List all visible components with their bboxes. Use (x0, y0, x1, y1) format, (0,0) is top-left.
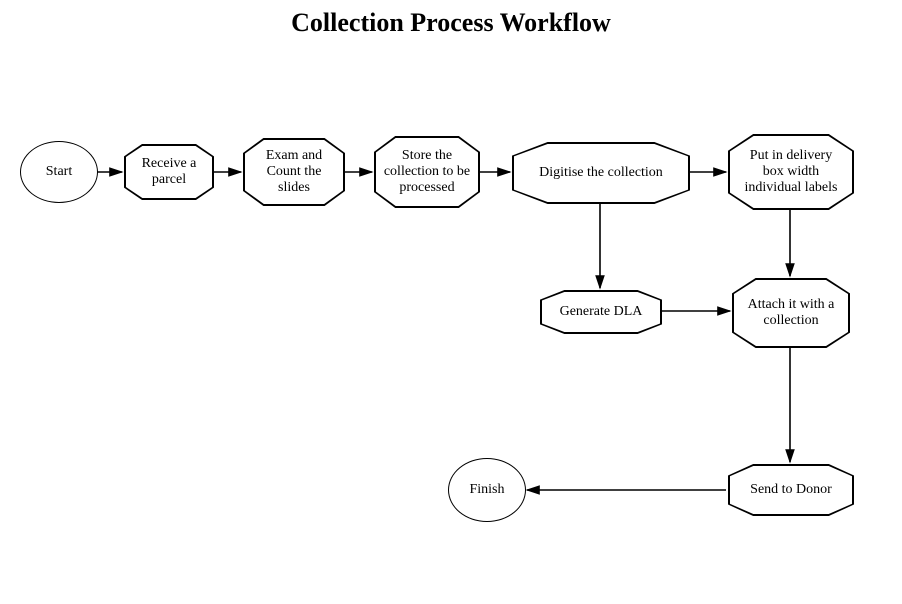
node-store-label: Store the collection to be processed (376, 138, 479, 207)
node-digitise: Digitise the collection (512, 142, 690, 204)
node-attach: Attach it with a collection (732, 278, 850, 348)
node-send: Send to Donor (728, 464, 854, 516)
node-gendla-label: Generate DLA (542, 292, 661, 333)
node-finish-label: Finish (469, 482, 504, 498)
node-attach-label: Attach it with a collection (734, 280, 849, 347)
node-finish: Finish (448, 458, 526, 522)
page-title: Collection Process Workflow (0, 8, 902, 38)
node-digitise-label: Digitise the collection (514, 144, 689, 203)
node-receive: Receive a parcel (124, 144, 214, 200)
node-start: Start (20, 141, 98, 203)
node-start-label: Start (46, 164, 72, 180)
node-store: Store the collection to be processed (374, 136, 480, 208)
node-putbox-label: Put in delivery box width individual lab… (730, 136, 853, 209)
node-receive-label: Receive a parcel (126, 146, 213, 199)
node-send-label: Send to Donor (730, 466, 853, 515)
node-exam: Exam and Count the slides (243, 138, 345, 206)
node-gendla: Generate DLA (540, 290, 662, 334)
node-exam-label: Exam and Count the slides (245, 140, 344, 205)
node-putbox: Put in delivery box width individual lab… (728, 134, 854, 210)
